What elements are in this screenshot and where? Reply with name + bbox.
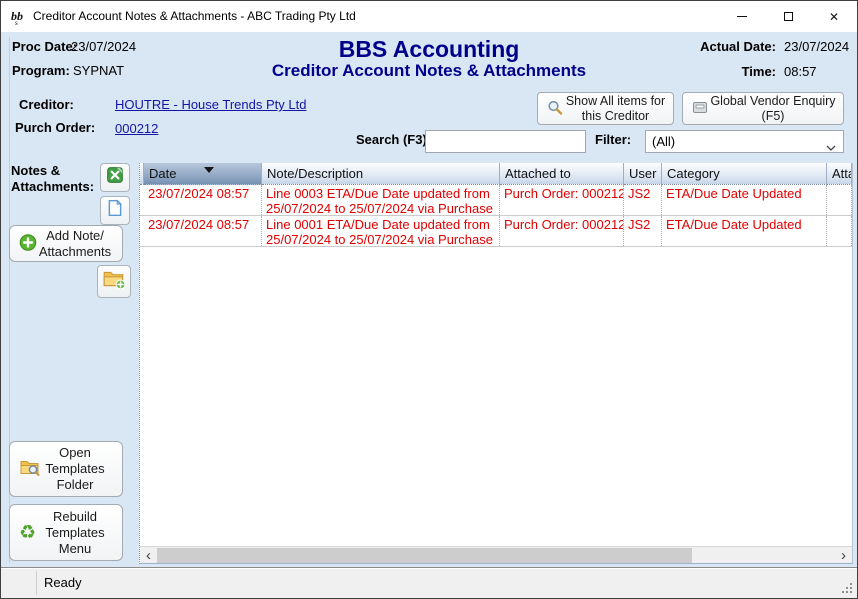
filter-selected-value: (All) <box>652 134 675 149</box>
column-header-category[interactable]: Category <box>662 163 827 185</box>
time-value: 08:57 <box>784 64 817 79</box>
scroll-left-arrow[interactable]: ‹ <box>140 547 157 564</box>
cell-attached-to: Purch Order: 000212 <box>500 185 624 215</box>
table-header-row: Date Note/Description Attached to User C… <box>140 163 852 185</box>
cell-note: Line 0001 ETA/Due Date updated from 25/0… <box>262 216 500 246</box>
excel-icon <box>106 166 124 189</box>
close-button[interactable]: ✕ <box>811 1 857 32</box>
title-bar[interactable]: bb s Creditor Account Notes & Attachment… <box>1 1 857 32</box>
notes-attachments-table: Date Note/Description Attached to User C… <box>139 163 853 564</box>
window-title: Creditor Account Notes & Attachments - A… <box>33 1 356 32</box>
actual-date-label: Actual Date: <box>641 39 776 54</box>
column-header-attached-to[interactable]: Attached to <box>500 163 624 185</box>
minimize-button[interactable] <box>719 1 765 32</box>
horizontal-scrollbar[interactable]: ‹ › <box>140 546 852 563</box>
cell-attached-to: Purch Order: 000212 <box>500 216 624 246</box>
global-vendor-enquiry-button[interactable]: Global Vendor Enquiry (F5) <box>682 92 844 125</box>
folder-plus-icon <box>102 268 126 295</box>
purch-order-label: Purch Order: <box>15 120 95 135</box>
status-divider <box>36 571 37 595</box>
search-icon <box>547 99 563 118</box>
column-header-attachment[interactable]: Attachment <box>827 163 852 185</box>
cell-user: JS2 <box>624 185 662 215</box>
new-document-button[interactable] <box>100 196 130 225</box>
cell-date: 23/07/2024 08:57 <box>144 185 262 215</box>
minimize-icon <box>737 16 747 17</box>
resize-grip-icon[interactable] <box>850 583 852 585</box>
cell-user: JS2 <box>624 216 662 246</box>
close-icon: ✕ <box>829 11 839 23</box>
document-icon <box>106 199 124 222</box>
cell-attachment <box>827 185 852 215</box>
status-text: Ready <box>44 568 82 598</box>
cell-category: ETA/Due Date Updated <box>662 185 827 215</box>
cell-date: 23/07/2024 08:57 <box>144 216 262 246</box>
add-from-folder-button[interactable] <box>97 265 131 298</box>
bbs-logo-icon: bb s <box>10 8 28 26</box>
sort-descending-icon <box>204 167 214 173</box>
creditor-label: Creditor: <box>19 97 74 112</box>
filter-dropdown[interactable]: (All) <box>645 130 844 153</box>
show-all-items-button[interactable]: Show All items for this Creditor <box>537 92 674 125</box>
search-label: Search (F3): <box>356 132 431 147</box>
time-label: Time: <box>641 64 776 79</box>
rebuild-templates-menu-button[interactable]: ♻ Rebuild Templates Menu <box>9 504 123 561</box>
cell-note: Line 0003 ETA/Due Date updated from 25/0… <box>262 185 500 215</box>
column-header-note-description[interactable]: Note/Description <box>262 163 500 185</box>
svg-text:s: s <box>15 19 18 26</box>
column-header-user[interactable]: User <box>624 163 662 185</box>
app-window: bb s Creditor Account Notes & Attachment… <box>0 0 858 599</box>
scrollbar-thumb[interactable] <box>157 548 692 563</box>
cell-category: ETA/Due Date Updated <box>662 216 827 246</box>
export-excel-button[interactable] <box>100 163 130 192</box>
search-input[interactable] <box>425 130 586 153</box>
filter-label: Filter: <box>595 132 631 147</box>
actual-date-value: 23/07/2024 <box>784 39 849 54</box>
add-note-attachments-button[interactable]: Add Note/ Attachments <box>9 225 123 262</box>
card-file-icon <box>692 99 708 118</box>
recycle-icon: ♻ <box>19 523 36 542</box>
column-header-date[interactable]: Date <box>144 163 262 185</box>
scroll-right-arrow[interactable]: › <box>835 547 852 564</box>
creditor-link[interactable]: HOUTRE - House Trends Pty Ltd <box>115 97 306 112</box>
table-row[interactable]: 23/07/2024 08:57 Line 0003 ETA/Due Date … <box>140 185 852 216</box>
maximize-button[interactable] <box>765 1 811 32</box>
folder-search-icon <box>19 458 41 481</box>
table-row[interactable]: 23/07/2024 08:57 Line 0001 ETA/Due Date … <box>140 216 852 247</box>
status-bar: Ready <box>1 567 857 598</box>
notes-attachments-label: Notes & Attachments: <box>11 163 103 195</box>
cell-attachment <box>827 216 852 246</box>
plus-circle-icon <box>19 233 37 254</box>
open-templates-folder-button[interactable]: Open Templates Folder <box>9 441 123 497</box>
purch-order-link[interactable]: 000212 <box>115 121 158 136</box>
maximize-icon <box>784 12 793 21</box>
chevron-down-icon <box>826 139 836 154</box>
